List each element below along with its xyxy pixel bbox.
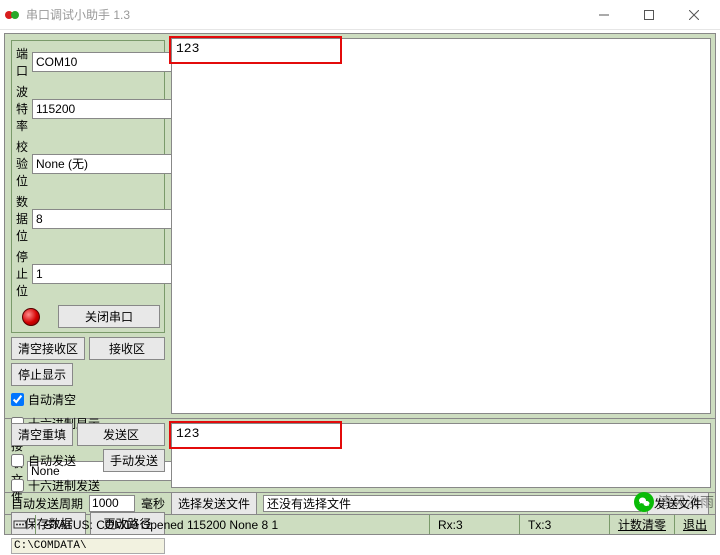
rx-counter: Rx:3: [430, 515, 520, 534]
baud-label: 波特率: [16, 83, 28, 134]
clear-rx-button[interactable]: 清空接收区: [11, 337, 85, 360]
baud-value[interactable]: [32, 99, 194, 119]
status-bar: STATUS: COM10 Opened 115200 None 8 1 Rx:…: [4, 515, 716, 535]
stop-bits-value[interactable]: [32, 264, 194, 284]
minimize-button[interactable]: [581, 0, 626, 29]
send-file-button[interactable]: 发送文件: [647, 492, 709, 515]
rx-textarea[interactable]: 123: [171, 38, 711, 414]
parity-label: 校验位: [16, 138, 28, 189]
port-value[interactable]: [32, 52, 194, 72]
left-sidebar: 端 口 波特率 校验位 数据: [5, 34, 171, 418]
parity-value[interactable]: [32, 154, 194, 174]
hex-send-input[interactable]: [11, 479, 24, 492]
window-controls: [581, 0, 716, 29]
stop-display-button[interactable]: 停止显示: [11, 363, 73, 386]
port-status-led-icon: [22, 308, 40, 326]
auto-send-checkbox[interactable]: 自动发送: [11, 452, 99, 469]
tx-counter: Tx:3: [520, 515, 610, 534]
send-panel: 清空重填 发送区 自动发送 手动发送 十六进制发送 123: [4, 419, 716, 493]
port-label: 端 口: [16, 45, 28, 79]
serial-settings-group: 端 口 波特率 校验位 数据: [11, 40, 165, 333]
titlebar: 串口调试小助手 1.3: [0, 0, 720, 30]
file-path-display: 还没有选择文件: [263, 495, 641, 512]
close-button[interactable]: [671, 0, 716, 29]
data-bits-label: 数据位: [16, 193, 28, 244]
main-panel: 端 口 波特率 校验位 数据: [4, 33, 716, 419]
save-path-display: C:\COMDATA\: [11, 538, 165, 554]
period-label: 自动发送周期: [11, 495, 83, 512]
stop-bits-label: 停止位: [16, 248, 28, 299]
connector-icon: [5, 515, 36, 534]
auto-clear-input[interactable]: [11, 393, 24, 406]
rx-content: 123: [176, 41, 199, 56]
clear-tx-button[interactable]: 清空重填: [11, 423, 73, 446]
tx-textarea[interactable]: 123: [171, 423, 711, 488]
rx-area-label-button[interactable]: 接收区: [89, 337, 165, 360]
counter-clear-link[interactable]: 计数清零: [610, 515, 675, 534]
tx-area-label-button[interactable]: 发送区: [77, 423, 165, 446]
choose-file-button[interactable]: 选择发送文件: [171, 492, 257, 515]
period-input[interactable]: [89, 495, 135, 512]
tx-content: 123: [176, 426, 199, 441]
app-icon: [4, 7, 20, 23]
period-unit: 毫秒: [141, 495, 165, 512]
hex-send-checkbox[interactable]: 十六进制发送: [11, 477, 165, 494]
window-title: 串口调试小助手 1.3: [26, 6, 581, 23]
close-port-button[interactable]: 关闭串口: [58, 305, 160, 328]
auto-clear-checkbox[interactable]: 自动清空: [11, 391, 165, 408]
data-bits-value[interactable]: [32, 209, 194, 229]
status-text: STATUS: COM10 Opened 115200 None 8 1: [36, 515, 430, 534]
send-sidebar: 清空重填 发送区 自动发送 手动发送 十六进制发送: [5, 419, 171, 492]
auto-send-input[interactable]: [11, 454, 24, 467]
manual-send-button[interactable]: 手动发送: [103, 449, 165, 472]
maximize-button[interactable]: [626, 0, 671, 29]
exit-link[interactable]: 退出: [675, 515, 715, 534]
